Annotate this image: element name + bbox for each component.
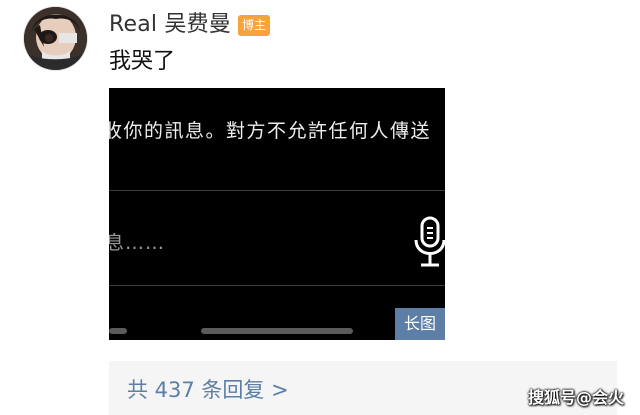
username[interactable]: Real 吴费曼 [109,11,231,39]
avatar[interactable] [24,7,87,70]
image-divider-bottom [109,285,445,286]
image-nav-bar-left [109,328,127,334]
post-image[interactable]: 收你的訊息。對方不允許任何人傳送 息…… 长图 [109,88,445,340]
image-home-indicator [201,328,353,334]
long-image-badge: 长图 [395,308,445,340]
image-input-placeholder: 息…… [109,232,166,254]
image-message-text: 收你的訊息。對方不允許任何人傳送 [109,120,432,142]
replies-link[interactable]: 共 437 条回复 > [127,376,289,404]
post-text: 我哭了 [109,49,176,74]
watermark: 搜狐号@会火 [528,388,625,407]
microphone-icon [413,216,445,268]
blogger-badge: 博主 [238,15,270,36]
image-divider-top [109,190,445,191]
